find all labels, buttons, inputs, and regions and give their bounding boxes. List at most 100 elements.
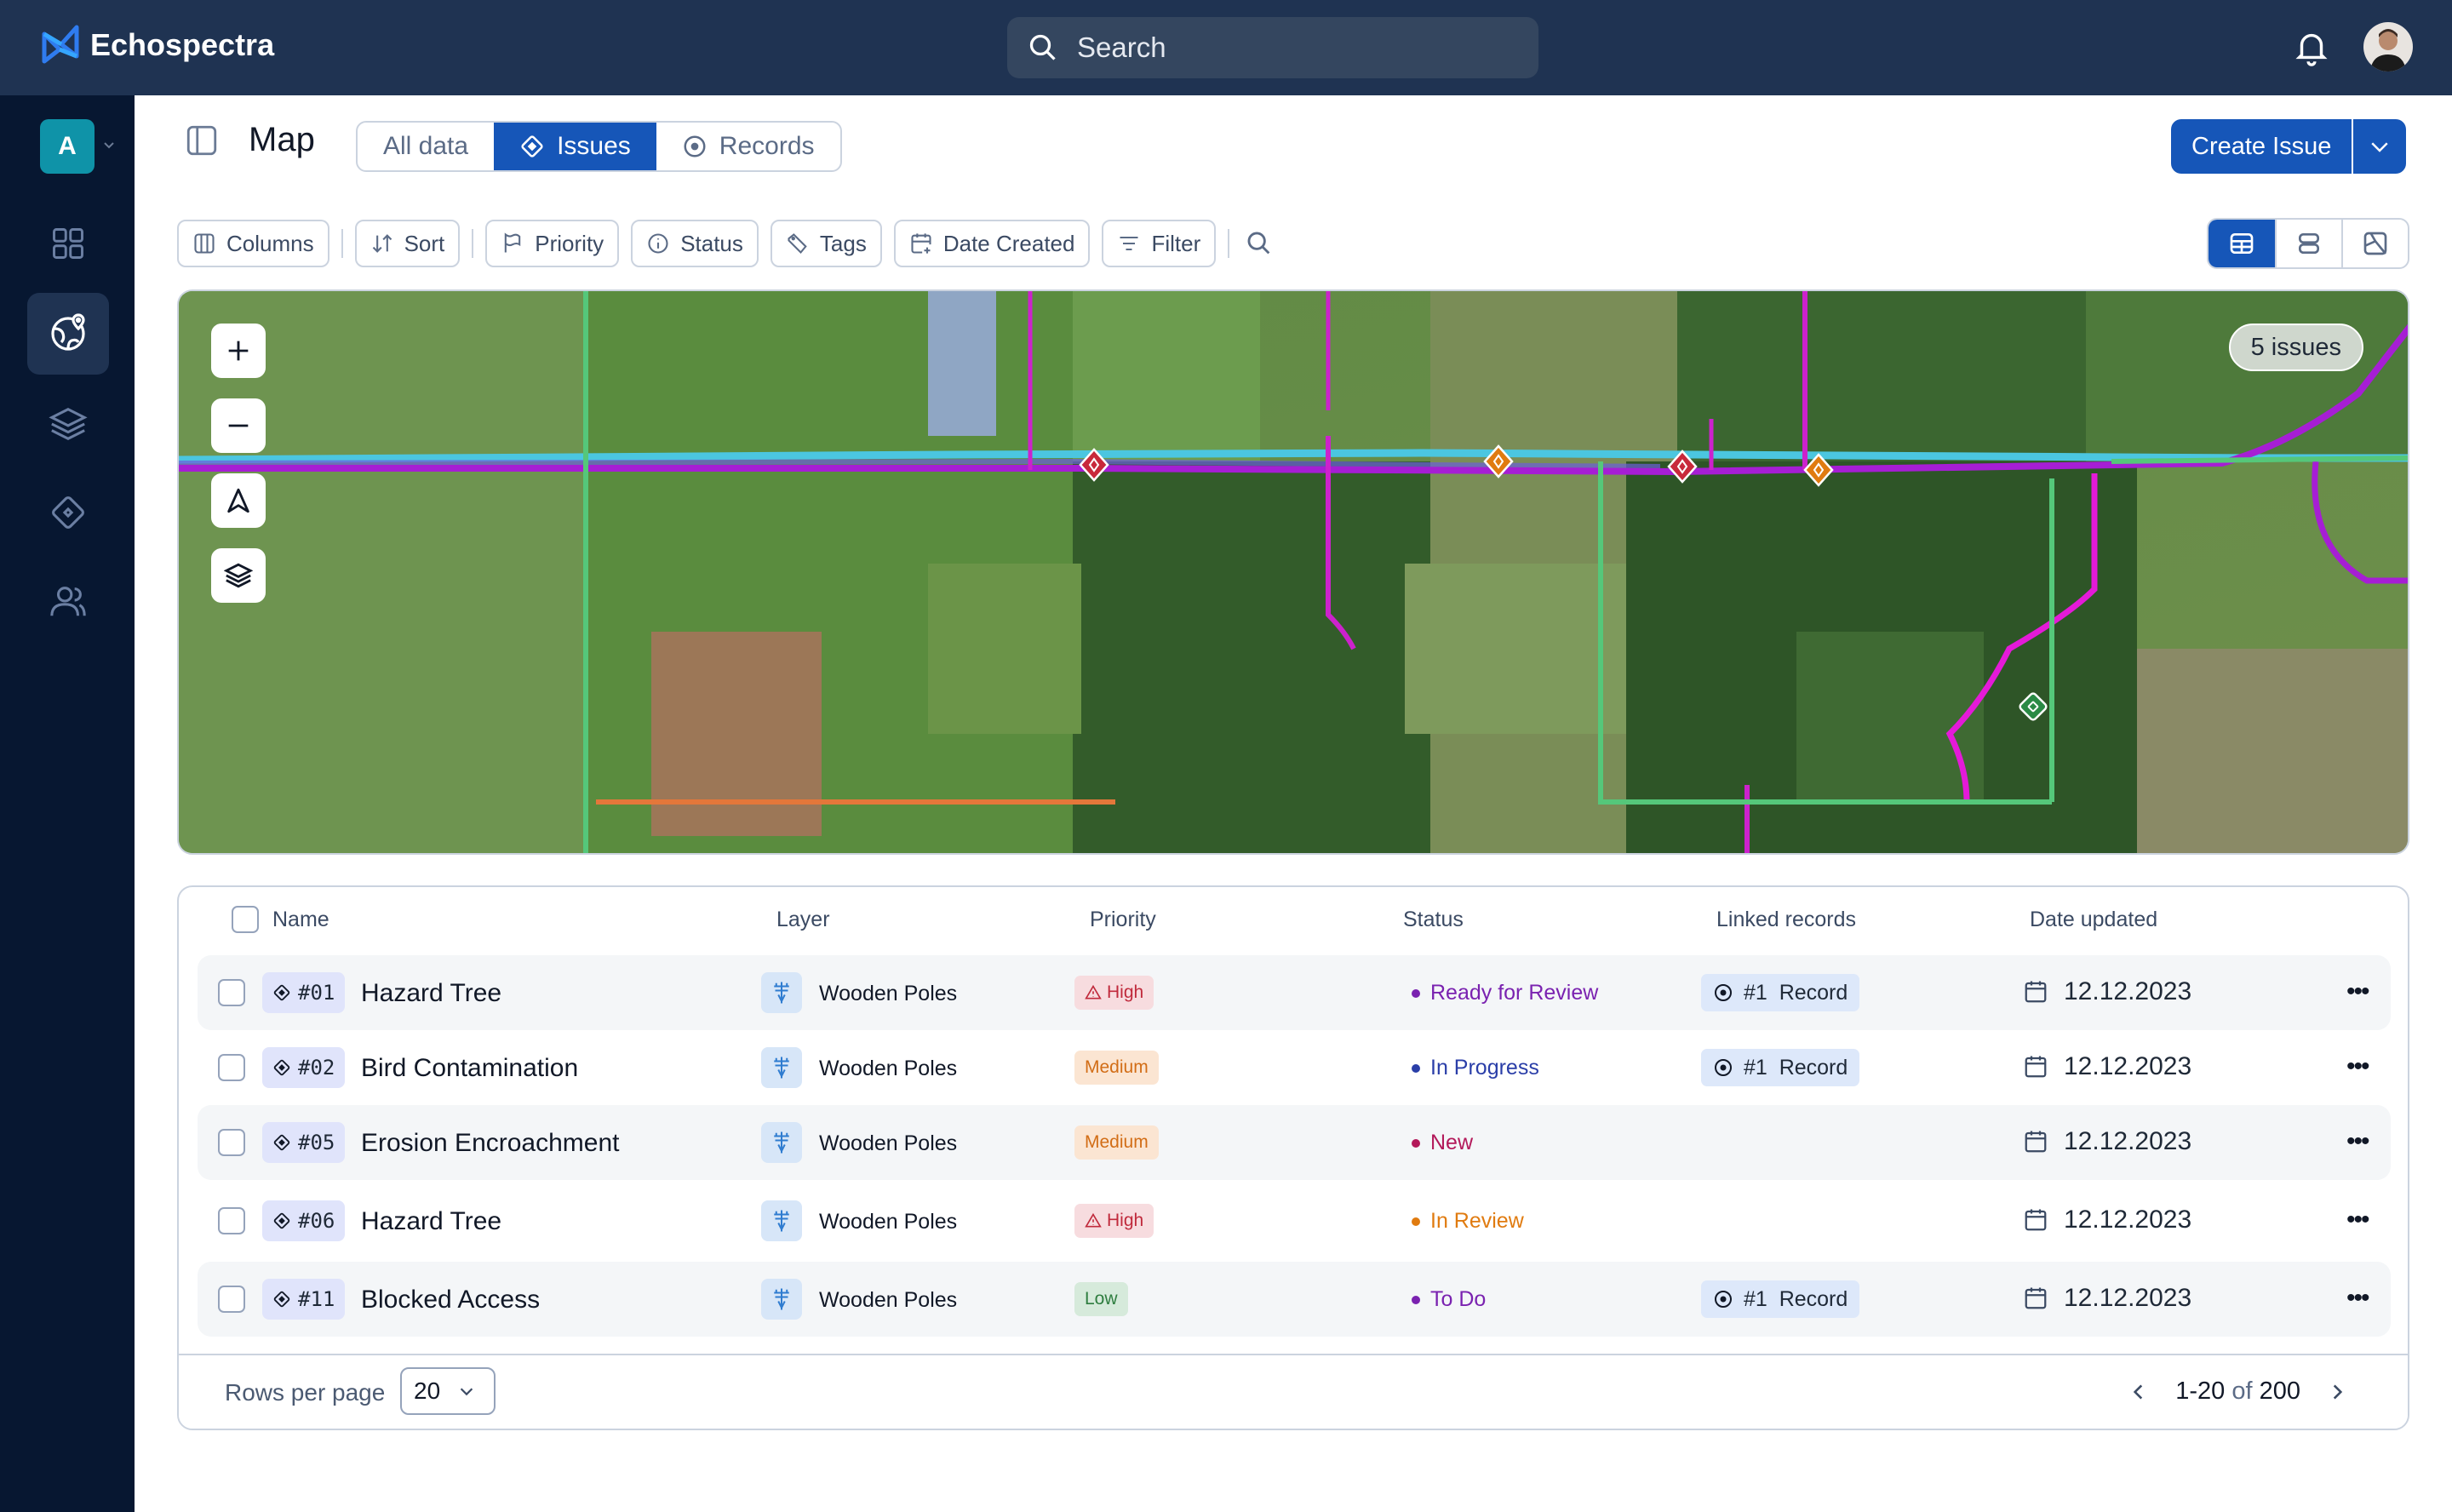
date-created-filter-button[interactable]: Date Created <box>893 220 1091 267</box>
more-options-icon[interactable]: ••• <box>2346 1052 2369 1081</box>
sidebar-item-layers[interactable] <box>27 383 109 465</box>
chevron-down-icon <box>460 1388 473 1396</box>
chevron-left-icon[interactable] <box>2128 1381 2150 1403</box>
zoom-out-button[interactable] <box>211 398 266 453</box>
linked-record-chip[interactable]: #1 Record <box>1701 1280 1860 1318</box>
brand[interactable]: Echospectra <box>41 24 274 66</box>
table-row[interactable]: #05 Erosion Encroachment Wooden Poles Me… <box>198 1105 2391 1180</box>
tab-records[interactable]: Records <box>656 123 840 170</box>
tab-issues[interactable]: Issues <box>494 123 656 170</box>
issue-name[interactable]: Erosion Encroachment <box>361 1129 620 1158</box>
column-header-status[interactable]: Status <box>1403 908 1464 932</box>
list-view-button[interactable] <box>2275 220 2341 267</box>
column-header-linked-records[interactable]: Linked records <box>1716 908 1856 932</box>
layer-name: Wooden Poles <box>819 1210 958 1234</box>
table-row[interactable]: #06 Hazard Tree Wooden Poles High In Rev… <box>198 1183 2391 1258</box>
date-value: 12.12.2023 <box>2064 1206 2192 1234</box>
map-layers-button[interactable] <box>211 548 266 603</box>
issue-marker[interactable] <box>1481 444 1515 478</box>
tags-filter-button[interactable]: Tags <box>770 220 882 267</box>
create-issue-button[interactable]: Create Issue <box>2171 119 2354 174</box>
zoom-in-button[interactable] <box>211 324 266 378</box>
divider <box>341 229 343 258</box>
user-avatar[interactable] <box>2363 22 2413 72</box>
divider <box>1228 229 1230 258</box>
locate-me-button[interactable] <box>211 473 266 528</box>
map-view-button[interactable] <box>2341 220 2408 267</box>
row-checkbox[interactable] <box>218 1286 245 1313</box>
sidebar-item-issues[interactable] <box>27 472 109 553</box>
rows-per-page-select[interactable]: 20 <box>400 1367 496 1415</box>
chevron-right-icon[interactable] <box>2326 1381 2348 1403</box>
tab-all-data[interactable]: All data <box>358 123 494 170</box>
issue-name[interactable]: Hazard Tree <box>361 979 501 1008</box>
issue-id: #11 <box>298 1287 335 1311</box>
issue-count-badge: 5 issues <box>2228 324 2363 371</box>
row-checkbox[interactable] <box>218 1129 245 1156</box>
sort-button[interactable]: Sort <box>354 220 461 267</box>
global-search-input[interactable]: Search <box>1007 17 1538 78</box>
issue-marker[interactable] <box>1077 448 1111 482</box>
more-options-icon[interactable]: ••• <box>2346 1206 2369 1234</box>
row-checkbox[interactable] <box>218 1054 245 1081</box>
calendar-icon <box>2025 1209 2047 1231</box>
row-checkbox[interactable] <box>218 1207 245 1234</box>
total-text: 200 <box>2259 1377 2300 1405</box>
issue-id-tag: #06 <box>262 1200 346 1241</box>
sidebar-item-map[interactable] <box>27 293 109 375</box>
issue-marker[interactable] <box>2016 690 2050 724</box>
table-header: Name Layer Priority Status Linked record… <box>179 887 2408 952</box>
table-view-button[interactable] <box>2209 220 2275 267</box>
echospectra-logo-icon <box>42 25 79 64</box>
issue-name[interactable]: Blocked Access <box>361 1286 540 1314</box>
column-header-layer[interactable]: Layer <box>776 908 830 932</box>
table-row[interactable]: #11 Blocked Access Wooden Poles Low To D… <box>198 1262 2391 1337</box>
layers-icon <box>224 563 253 588</box>
minus-icon <box>228 424 249 427</box>
search-icon[interactable] <box>1245 229 1274 258</box>
flag-icon <box>505 232 521 253</box>
select-all-checkbox[interactable] <box>232 906 259 933</box>
filter-button[interactable]: Filter <box>1102 220 1217 267</box>
button-label: Tags <box>819 230 867 256</box>
sidebar-item-users[interactable] <box>27 560 109 642</box>
more-options-icon[interactable]: ••• <box>2346 1284 2369 1313</box>
chevron-down-icon <box>2371 142 2389 152</box>
column-header-date-updated[interactable]: Date updated <box>2030 908 2157 932</box>
issue-marker[interactable] <box>1802 453 1836 487</box>
button-label: Date Created <box>942 230 1075 256</box>
chevron-down-icon[interactable] <box>102 138 116 152</box>
status-indicator: In Progress <box>1412 1056 1539 1080</box>
linked-record-chip[interactable]: #1 Record <box>1701 974 1860 1011</box>
linked-record-chip[interactable]: #1 Record <box>1701 1049 1860 1086</box>
workspace-switcher[interactable]: A <box>40 119 95 174</box>
sidebar-item-dashboard[interactable] <box>27 203 109 284</box>
view-mode-toggle <box>2207 218 2409 269</box>
issue-name[interactable]: Hazard Tree <box>361 1207 501 1236</box>
more-options-icon[interactable]: ••• <box>2346 977 2369 1006</box>
filter-toolbar: Columns Sort Priority Status Tags Date C… <box>177 220 1274 267</box>
columns-button[interactable]: Columns <box>177 220 329 267</box>
target-icon <box>1715 1291 1732 1308</box>
utility-pole-icon <box>761 1047 802 1088</box>
issue-marker[interactable] <box>1665 450 1699 484</box>
user-photo-icon <box>2370 29 2406 72</box>
users-icon <box>50 587 86 616</box>
row-checkbox[interactable] <box>218 979 245 1006</box>
table-row[interactable]: #01 Hazard Tree Wooden Poles High Ready … <box>198 955 2391 1030</box>
search-placeholder: Search <box>1077 32 1166 63</box>
status-indicator: Ready for Review <box>1412 981 1598 1005</box>
page-range: 1-20 of 200 <box>2175 1377 2300 1406</box>
column-header-priority[interactable]: Priority <box>1090 908 1156 932</box>
issue-name[interactable]: Bird Contamination <box>361 1054 578 1083</box>
notifications-bell-icon[interactable] <box>2292 27 2331 66</box>
priority-label: Medium <box>1085 1057 1149 1077</box>
table-row[interactable]: #02 Bird Contamination Wooden Poles Medi… <box>198 1030 2391 1105</box>
priority-filter-button[interactable]: Priority <box>485 220 620 267</box>
column-header-name[interactable]: Name <box>272 908 329 932</box>
create-options-dropdown[interactable] <box>2353 119 2406 174</box>
toggle-sidebar-icon[interactable] <box>184 123 220 158</box>
status-filter-button[interactable]: Status <box>631 220 759 267</box>
map-canvas[interactable]: 5 issues <box>177 289 2409 855</box>
more-options-icon[interactable]: ••• <box>2346 1127 2369 1156</box>
